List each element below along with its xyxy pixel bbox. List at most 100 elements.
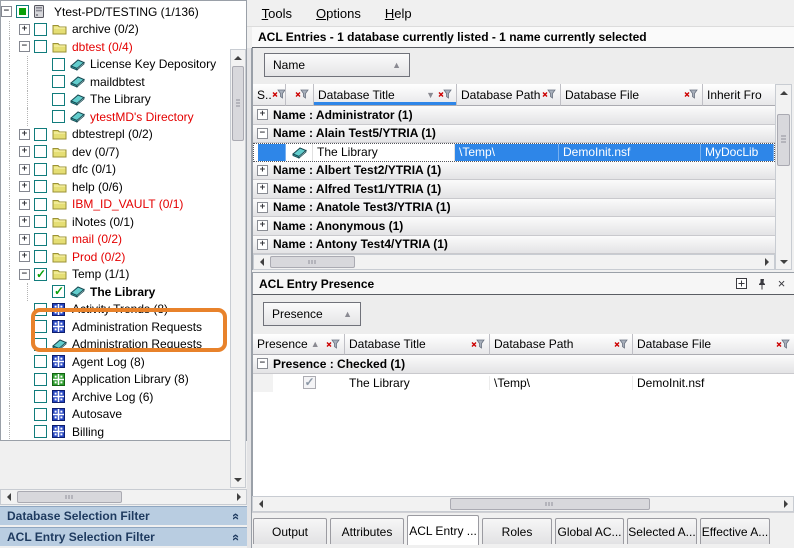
column-header-s-[interactable]: S.. [253,84,286,106]
group-row[interactable]: +Name : Antony Test4/YTRIA (1) [253,236,775,255]
scroll-thumb[interactable] [270,256,355,268]
tree-item[interactable]: Activity Trends (8) [1,301,246,319]
group-expander-icon[interactable]: − [257,358,268,369]
tree-checkbox[interactable] [52,58,65,71]
tree-item[interactable]: +IBM_ID_VAULT (0/1) [1,196,246,214]
tree-item-label[interactable]: dev (0/7) [72,145,119,159]
scroll-right-icon[interactable] [778,497,793,511]
tree-item-label[interactable]: dbtest (0/4) [72,40,133,54]
tree-checkbox[interactable] [34,320,47,333]
group-expander-icon[interactable]: + [257,239,268,250]
tree-checkbox[interactable] [34,408,47,421]
group-expander-icon[interactable]: + [257,165,268,176]
tree-expander-icon[interactable]: + [19,216,30,227]
tree-checkbox[interactable] [34,355,47,368]
tree-item[interactable]: + archive (0/2) [1,21,246,39]
tree-item[interactable]: + dbtestrepl (0/2) [1,126,246,144]
tree-expander-icon[interactable]: − [19,41,30,52]
tree-checkbox[interactable] [52,75,65,88]
tree-checkbox[interactable] [34,180,47,193]
cell-database-file[interactable]: DemoInit.nsf [633,376,794,390]
cell-database-title[interactable]: The Library [313,144,455,161]
tree-item-label[interactable]: help (0/6) [72,180,123,194]
cell-database-path[interactable]: \Temp\ [455,144,559,161]
tree-item[interactable]: +dfc (0/1) [1,161,246,179]
tree-checkbox[interactable] [16,5,29,18]
tree-item-label[interactable]: Archive Log (6) [72,390,153,404]
filter-icon[interactable] [471,339,485,350]
tab-attributes[interactable]: Attributes [330,518,404,544]
tree-checkbox[interactable] [34,215,47,228]
column-header-database-title[interactable]: Database Title▼ [314,84,457,106]
tab-roles[interactable]: Roles [482,518,552,544]
tree-item-label[interactable]: Temp (1/1) [72,267,129,281]
tree-item[interactable]: +mail (0/2) [1,231,246,249]
tree-item-label[interactable]: iNotes (0/1) [72,215,134,229]
acl-entries-vertical-scrollbar[interactable] [775,84,792,270]
tree-item-label[interactable]: ytestMD's Directory [90,110,194,124]
scroll-right-icon[interactable] [231,490,246,504]
scroll-thumb[interactable] [232,66,244,141]
tree-item-label[interactable]: Billing [72,425,104,439]
tree-item[interactable]: Application Library (8) [1,371,246,389]
scroll-down-icon[interactable] [776,254,791,269]
tree-checkbox[interactable] [34,268,47,281]
filter-icon[interactable] [776,339,790,350]
tree-item[interactable]: +dev (0/7) [1,143,246,161]
tree-item-label[interactable]: Agent Log (8) [72,355,145,369]
column-header-database-file[interactable]: Database File [633,334,794,355]
scroll-thumb[interactable] [777,114,790,166]
tree-item[interactable]: Agent Log (8) [1,353,246,371]
tree-item[interactable]: ytestMD's Directory [1,108,246,126]
tree-expander-icon[interactable]: + [19,251,30,262]
tree-item-label[interactable]: archive (0/2) [72,22,139,36]
scroll-right-icon[interactable] [759,255,774,269]
tree-checkbox[interactable] [34,233,47,246]
tree-checkbox[interactable] [34,128,47,141]
column-header-database-file[interactable]: Database File [561,84,703,106]
tree-item-label[interactable]: License Key Depository [90,57,216,71]
tab-output[interactable]: Output [253,518,327,544]
tree-checkbox[interactable] [52,110,65,123]
group-by-presence-button[interactable]: Presence ▲ [263,302,361,326]
tree-item[interactable]: Administration Requests [1,336,246,354]
tree-item-label[interactable]: Prod (0/2) [72,250,125,264]
column-header-presence[interactable]: Presence▲ [253,334,345,355]
group-expander-icon[interactable]: + [257,220,268,231]
tree-item[interactable]: + iNotes (0/1) [1,213,246,231]
column-header-icon[interactable] [286,84,314,106]
tab-acl-entry[interactable]: ACL Entry ... [407,515,479,545]
tree-expander-icon[interactable]: + [19,164,30,175]
tree-item[interactable]: The Library [1,91,246,109]
tree-item-label[interactable]: maildbtest [90,75,145,89]
tree-expander-icon[interactable]: + [19,129,30,140]
scroll-left-icon[interactable] [254,255,269,269]
tree-checkbox[interactable] [34,145,47,158]
tree-expander-icon[interactable]: + [19,24,30,35]
tree-item[interactable]: Administration Requests [1,318,246,336]
tree-expander-icon[interactable]: + [19,199,30,210]
tree-checkbox[interactable] [34,40,47,53]
tree-item-label[interactable]: dbtestrepl (0/2) [72,127,153,141]
menu-item-help[interactable]: Help [373,1,424,26]
filter-icon[interactable] [684,89,698,100]
menu-item-options[interactable]: Options [304,1,373,26]
group-row[interactable]: −Presence : Checked (1) [253,355,794,374]
filter-icon[interactable] [614,339,628,350]
database-selection-filter-bar[interactable]: Database Selection Filter « [0,506,247,525]
acl-presence-horizontal-scrollbar[interactable] [252,496,794,512]
expand-panel-icon[interactable] [735,277,748,290]
scroll-left-icon[interactable] [253,497,268,511]
tree-vertical-scrollbar[interactable] [230,49,246,488]
group-row[interactable]: +Name : Anonymous (1) [253,217,775,236]
tree-item-label[interactable]: Administration Requests [72,337,202,351]
scroll-down-icon[interactable] [231,472,245,487]
tree-checkbox[interactable] [34,198,47,211]
tree-checkbox[interactable] [34,250,47,263]
tree-item[interactable]: The Library [1,283,246,301]
tree-item-label[interactable]: The Library [90,92,151,106]
column-header-database-path[interactable]: Database Path [457,84,561,106]
tree-checkbox[interactable] [34,390,47,403]
tree-expander-icon[interactable]: − [19,269,30,280]
tree-item[interactable]: maildbtest [1,73,246,91]
